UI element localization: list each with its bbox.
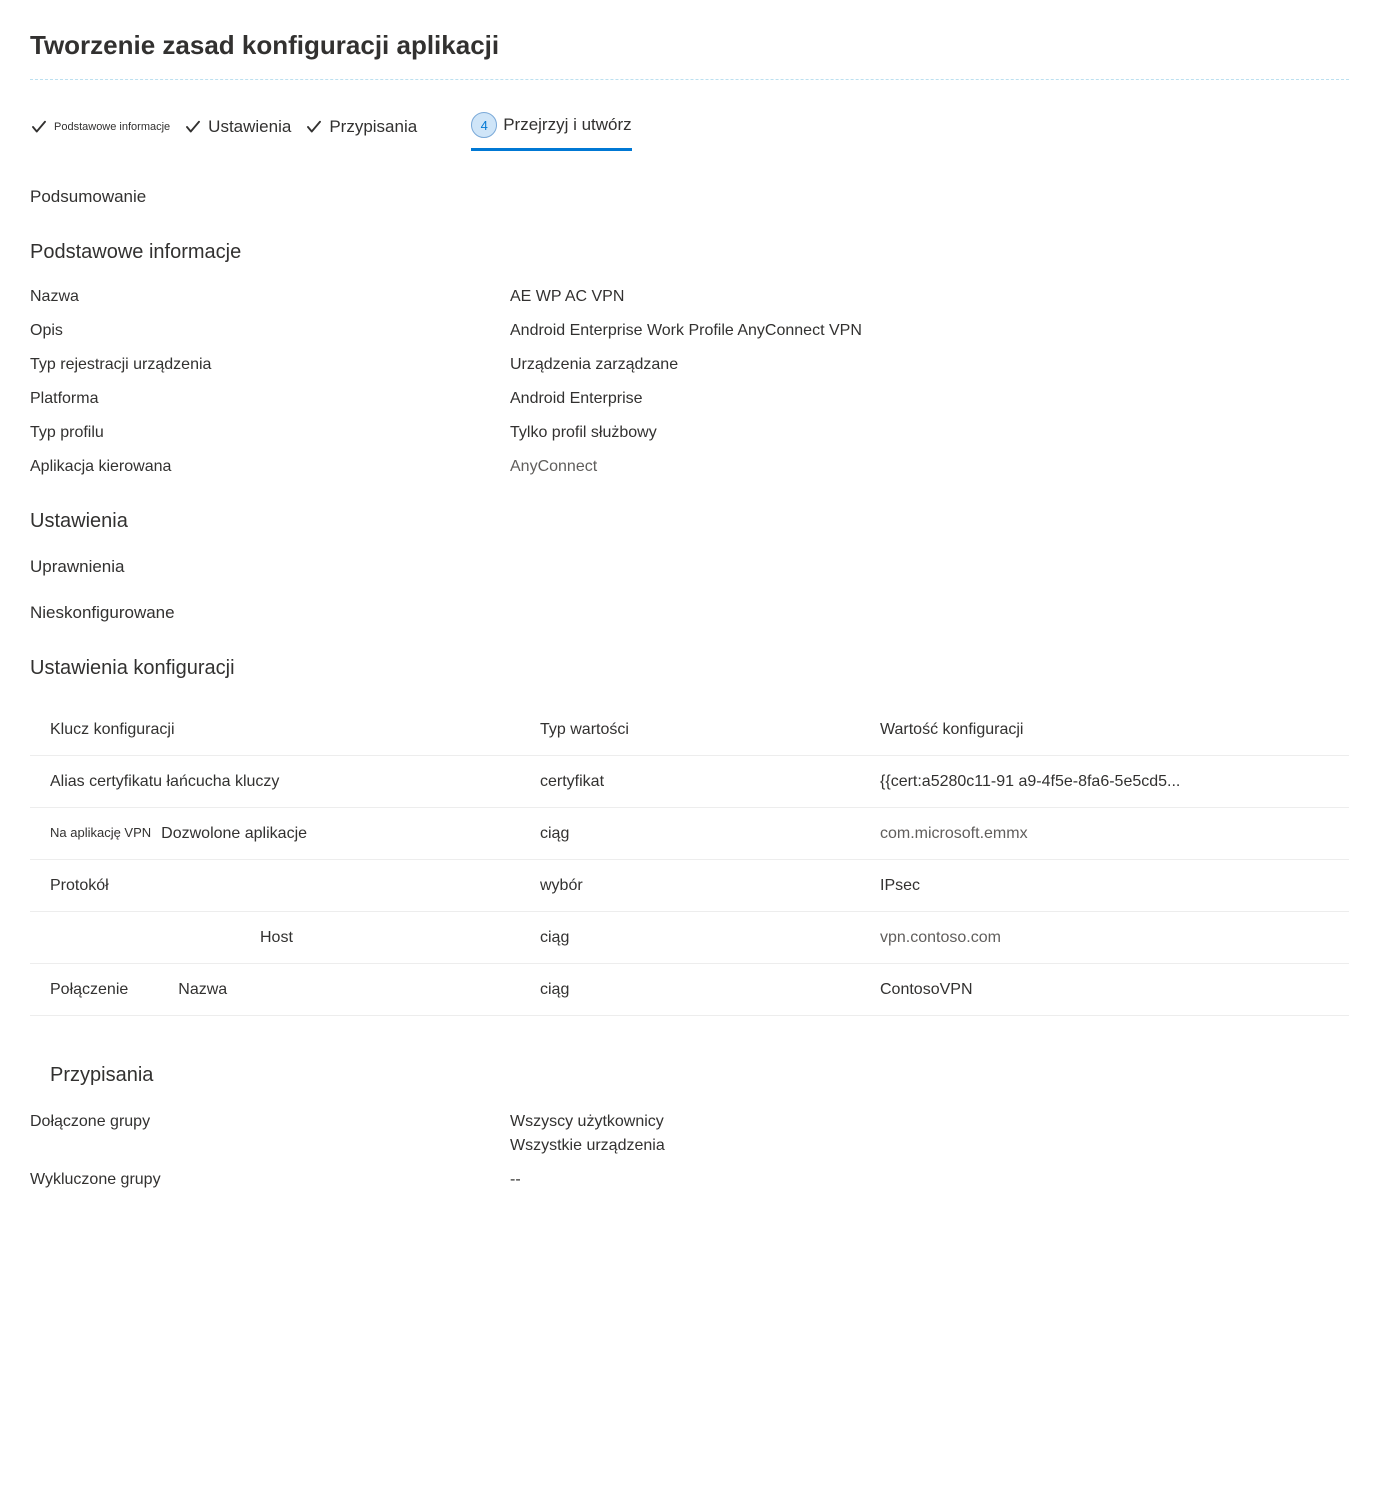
wizard-stepper: Podstawowe informacje Ustawienia Przypis… [30,112,1349,151]
basics-heading: Podstawowe informacje [30,241,1349,264]
profile-label: Typ profilu [30,424,510,442]
col-type-header: Typ wartości [540,721,880,739]
config-value: IPsec [880,877,1349,895]
config-type: ciąg [540,929,880,947]
config-table-header: Klucz konfiguracji Typ wartości Wartość … [30,704,1349,756]
excluded-label: Wykluczone grupy [30,1171,510,1189]
table-row: Alias certyfikatu łańcucha kluczy certyf… [30,756,1349,808]
config-key: Alias certyfikatu łańcucha kluczy [50,773,540,791]
desc-value: Android Enterprise Work Profile AnyConne… [510,322,862,340]
step-label: Ustawienia [208,117,291,137]
app-value: AnyConnect [510,458,597,476]
platform-label: Platforma [30,390,510,408]
included-groups-row: Dołączone grupy Wszyscy użytkownicy Wszy… [30,1113,1349,1155]
config-type: certyfikat [540,773,880,791]
config-key: Host [50,929,540,947]
excluded-groups-row: Wykluczone grupy -- [30,1171,1349,1189]
profile-value: Tylko profil służbowy [510,424,657,442]
summary-heading: Podsumowanie [30,187,1349,207]
step-label: Przejrzyj i utwórz [503,115,631,135]
basics-app-row: Aplikacja kierowana AnyConnect [30,458,1349,476]
basics-name-row: Nazwa AE WP AC VPN [30,288,1349,306]
config-value: vpn.contoso.com [880,929,1349,947]
step-number-badge: 4 [471,112,497,138]
permissions-heading: Uprawnienia [30,557,1349,577]
settings-heading: Ustawienia [30,510,1349,533]
name-label: Nazwa [30,288,510,306]
basics-profile-row: Typ profilu Tylko profil służbowy [30,424,1349,442]
step-assignments[interactable]: Przypisania [305,117,417,147]
step-label: Podstawowe informacje [54,121,170,133]
table-row: Protokół wybór IPsec [30,860,1349,912]
config-value: {{cert:a5280c11-91 a9-4f5e-8fa6-5e5cd5..… [880,773,1349,791]
enroll-value: Urządzenia zarządzane [510,356,678,374]
config-value: ContosoVPN [880,981,1349,999]
included-value: Wszyscy użytkownicy Wszystkie urządzenia [510,1113,665,1155]
enroll-label: Typ rejestracji urządzenia [30,356,510,374]
assignments-heading: Przypisania [30,1064,1349,1087]
check-icon [30,118,48,136]
platform-value: Android Enterprise [510,390,643,408]
col-value-header: Wartość konfiguracji [880,721,1349,739]
config-type: ciąg [540,981,880,999]
config-key: Na aplikację VPN Dozwolone aplikacje [50,825,540,843]
step-review-create[interactable]: 4 Przejrzyj i utwórz [471,112,631,151]
page-title: Tworzenie zasad konfiguracji aplikacji [30,30,1349,80]
step-label: Przypisania [329,117,417,137]
config-type: ciąg [540,825,880,843]
config-type: wybór [540,877,880,895]
config-key: Połączenie Nazwa [50,981,540,999]
col-key-header: Klucz konfiguracji [50,721,540,739]
basics-platform-row: Platforma Android Enterprise [30,390,1349,408]
excluded-value: -- [510,1171,521,1189]
basics-enroll-row: Typ rejestracji urządzenia Urządzenia za… [30,356,1349,374]
table-row: Połączenie Nazwa ciąg ContosoVPN [30,964,1349,1016]
app-label: Aplikacja kierowana [30,458,510,476]
step-basics[interactable]: Podstawowe informacje [30,118,170,146]
config-key: Protokół [50,877,540,895]
table-row: Na aplikację VPN Dozwolone aplikacje cią… [30,808,1349,860]
included-label: Dołączone grupy [30,1113,510,1155]
config-value: com.microsoft.emmx [880,825,1349,843]
check-icon [184,118,202,136]
desc-label: Opis [30,322,510,340]
table-row: Host ciąg vpn.contoso.com [30,912,1349,964]
name-value: AE WP AC VPN [510,288,624,306]
step-settings[interactable]: Ustawienia [184,117,291,147]
check-icon [305,118,323,136]
config-heading: Ustawienia konfiguracji [30,657,1349,680]
permissions-value: Nieskonfigurowane [30,603,1349,623]
basics-desc-row: Opis Android Enterprise Work Profile Any… [30,322,1349,340]
